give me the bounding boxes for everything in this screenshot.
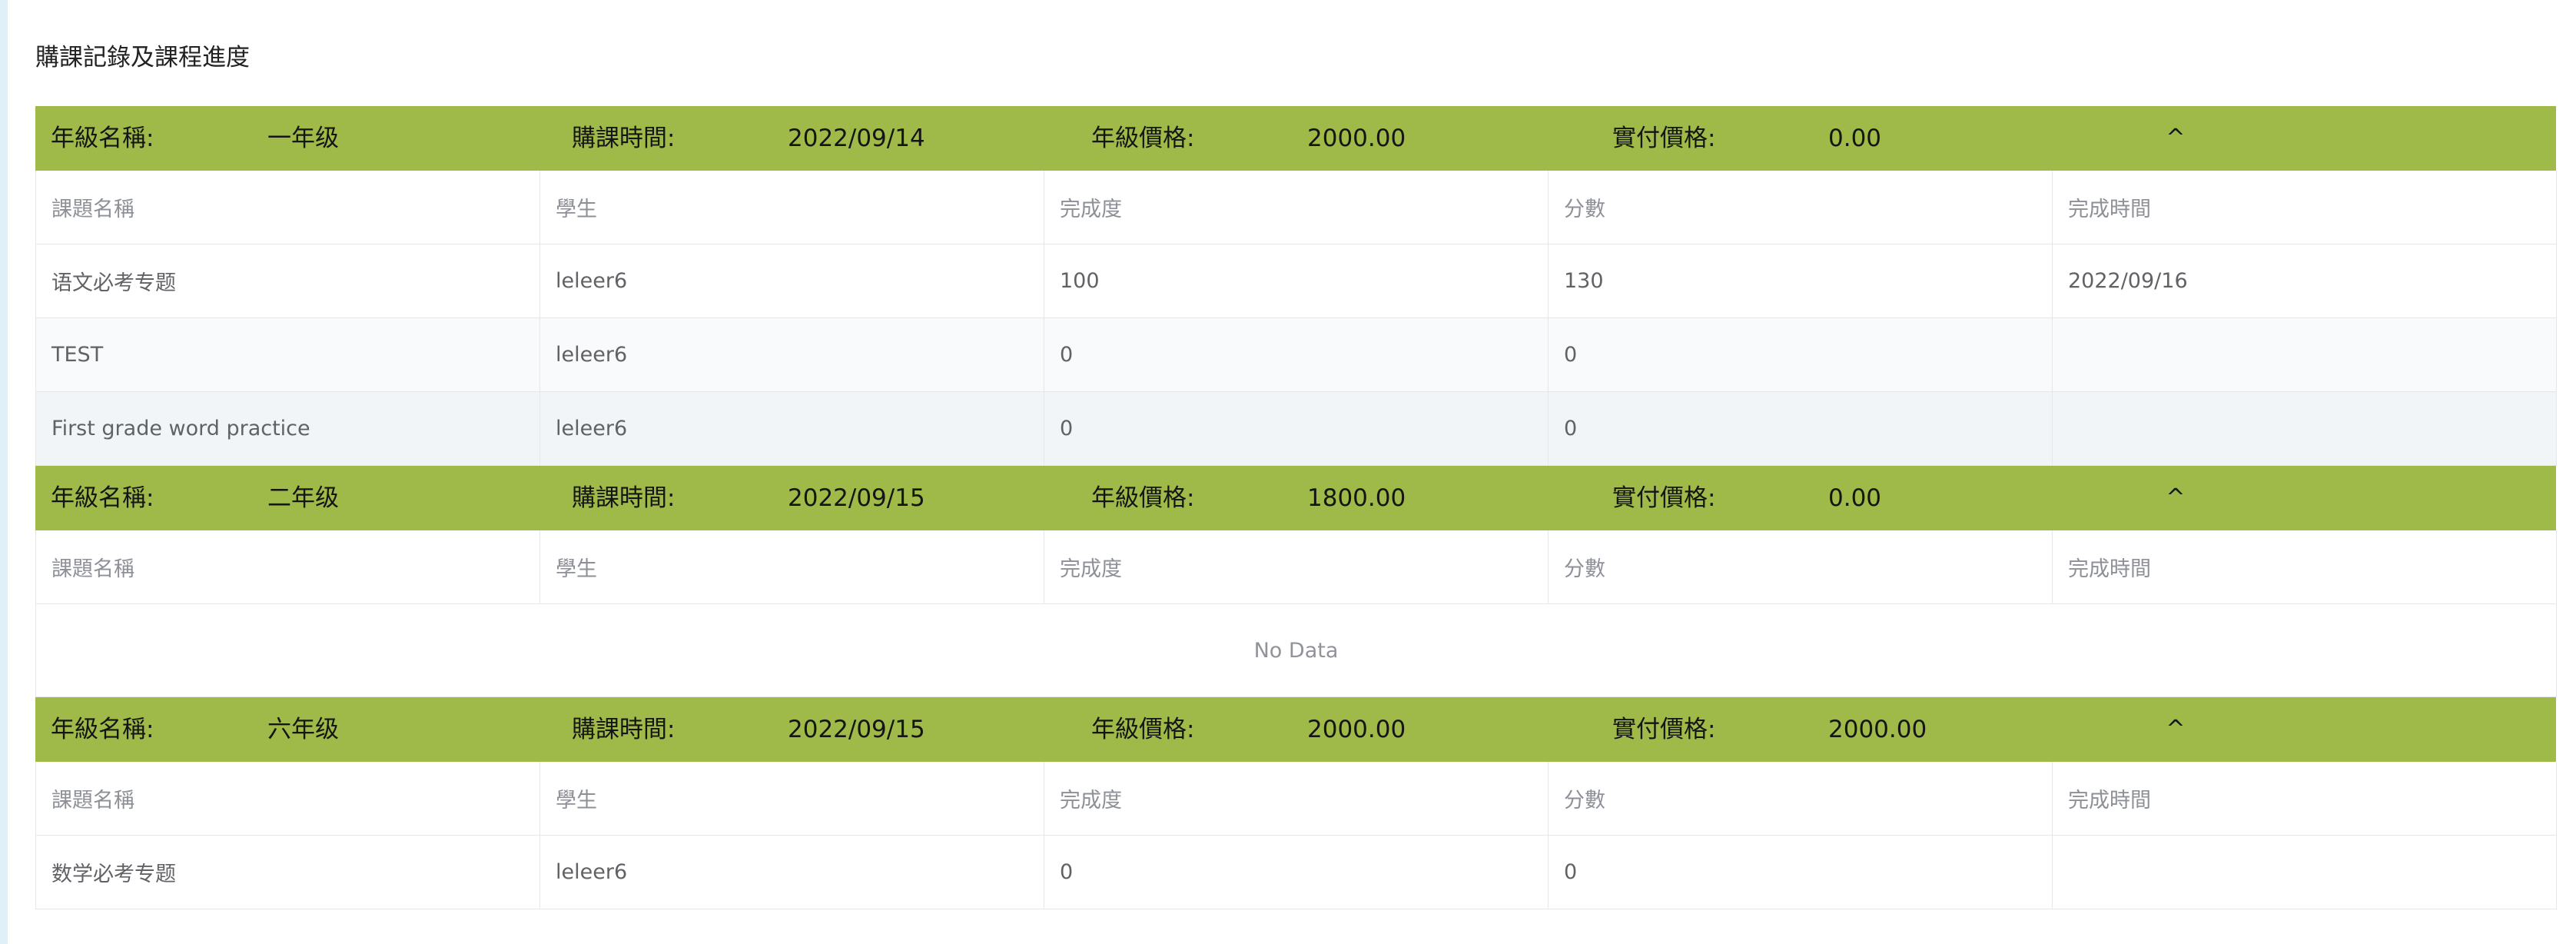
page-title: 購課記錄及課程進度 <box>35 44 250 71</box>
chevron-up-icon[interactable]: ^ <box>2156 697 2195 762</box>
column-header-completion: 完成度 <box>1044 171 1549 244</box>
grade-price-value: 2000.00 <box>1307 125 1406 152</box>
column-header-score: 分數 <box>1548 762 2053 836</box>
table-row[interactable]: 语文必考专题 leleer6 100 130 2022/09/16 <box>35 244 2557 318</box>
course-name-cell: 语文必考专题 <box>35 244 540 318</box>
column-header-course: 課題名稱 <box>35 762 540 836</box>
grade-name-value: 六年级 <box>267 716 339 743</box>
grade-price-value: 1800.00 <box>1307 484 1406 512</box>
grade-price-label: 年級價格: <box>1091 716 1195 743</box>
left-panel-strip <box>0 0 8 944</box>
grade-section: 年級名稱: 二年级 購課時間: 2022/09/15 年級價格: 1800.00… <box>35 466 2557 697</box>
completed-at-cell <box>2052 317 2557 392</box>
completion-cell: 0 <box>1044 317 1549 392</box>
column-header-student: 學生 <box>539 530 1044 604</box>
paid-price-label: 實付價格: <box>1612 484 1716 512</box>
column-header-completed-at: 完成時間 <box>2052 530 2557 604</box>
column-header-completed-at: 完成時間 <box>2052 171 2557 244</box>
student-cell: leleer6 <box>539 317 1044 392</box>
column-header-completion: 完成度 <box>1044 530 1549 604</box>
table-row[interactable]: First grade word practice leleer6 0 0 <box>35 391 2557 466</box>
student-cell: leleer6 <box>539 391 1044 466</box>
score-cell: 130 <box>1548 244 2053 318</box>
completion-cell: 0 <box>1044 835 1549 909</box>
purchase-time-label: 購課時間: <box>572 716 676 743</box>
paid-price-value: 0.00 <box>1828 125 1882 152</box>
paid-price-label: 實付價格: <box>1612 716 1716 743</box>
course-table: 課題名稱 學生 完成度 分數 完成時間 语文必考专题 leleer6 100 1… <box>35 171 2557 466</box>
completion-cell: 100 <box>1044 244 1549 318</box>
completion-cell: 0 <box>1044 391 1549 466</box>
course-table: 課題名稱 學生 完成度 分數 完成時間 No Data <box>35 530 2557 697</box>
paid-price-value: 2000.00 <box>1828 716 1927 743</box>
column-header-student: 學生 <box>539 762 1044 836</box>
column-header-completion: 完成度 <box>1044 762 1549 836</box>
empty-state-text: No Data <box>35 603 2557 697</box>
column-header-score: 分數 <box>1548 530 2053 604</box>
grade-price-label: 年級價格: <box>1091 484 1195 512</box>
column-header-course: 課題名稱 <box>35 171 540 244</box>
grade-name-value: 一年级 <box>267 125 339 152</box>
table-row[interactable]: 数学必考专题 leleer6 0 0 <box>35 835 2557 909</box>
table-header-row: 課題名稱 學生 完成度 分數 完成時間 <box>35 171 2557 244</box>
grade-name-value: 二年级 <box>267 484 339 512</box>
purchase-time-value: 2022/09/15 <box>788 716 925 743</box>
grade-header: 年級名稱: 二年级 購課時間: 2022/09/15 年級價格: 1800.00… <box>35 466 2556 530</box>
course-name-cell: TEST <box>35 317 540 392</box>
table-header-row: 課題名稱 學生 完成度 分數 完成時間 <box>35 530 2557 604</box>
grade-section: 年級名稱: 六年级 購課時間: 2022/09/15 年級價格: 2000.00… <box>35 697 2557 909</box>
column-header-student: 學生 <box>539 171 1044 244</box>
course-name-cell: 数学必考专题 <box>35 835 540 909</box>
grade-name-label: 年級名稱: <box>51 125 154 152</box>
grade-price-value: 2000.00 <box>1307 716 1406 743</box>
grade-name-label: 年級名稱: <box>51 484 154 512</box>
table-row[interactable]: TEST leleer6 0 0 <box>35 317 2557 392</box>
grade-section: 年級名稱: 一年级 購課時間: 2022/09/14 年級價格: 2000.00… <box>35 106 2557 466</box>
column-header-score: 分數 <box>1548 171 2053 244</box>
column-header-completed-at: 完成時間 <box>2052 762 2557 836</box>
purchase-time-value: 2022/09/15 <box>788 484 925 512</box>
student-cell: leleer6 <box>539 835 1044 909</box>
column-header-course: 課題名稱 <box>35 530 540 604</box>
chevron-up-icon[interactable]: ^ <box>2156 466 2195 530</box>
grade-price-label: 年級價格: <box>1091 125 1195 152</box>
chevron-up-icon[interactable]: ^ <box>2156 106 2195 171</box>
grade-list: 年級名稱: 一年级 購課時間: 2022/09/14 年級價格: 2000.00… <box>35 106 2557 909</box>
purchase-time-value: 2022/09/14 <box>788 125 925 152</box>
empty-row: No Data <box>35 603 2557 697</box>
completed-at-cell <box>2052 835 2557 909</box>
student-cell: leleer6 <box>539 244 1044 318</box>
score-cell: 0 <box>1548 391 2053 466</box>
table-header-row: 課題名稱 學生 完成度 分數 完成時間 <box>35 762 2557 836</box>
score-cell: 0 <box>1548 317 2053 392</box>
grade-name-label: 年級名稱: <box>51 716 154 743</box>
course-table: 課題名稱 學生 完成度 分數 完成時間 数学必考专题 leleer6 0 0 <box>35 762 2557 909</box>
purchase-time-label: 購課時間: <box>572 125 676 152</box>
course-name-cell: First grade word practice <box>35 391 540 466</box>
purchase-time-label: 購課時間: <box>572 484 676 512</box>
score-cell: 0 <box>1548 835 2053 909</box>
paid-price-label: 實付價格: <box>1612 125 1716 152</box>
completed-at-cell: 2022/09/16 <box>2052 244 2557 318</box>
grade-header: 年級名稱: 一年级 購課時間: 2022/09/14 年級價格: 2000.00… <box>35 106 2556 171</box>
paid-price-value: 0.00 <box>1828 484 1882 512</box>
grade-header: 年級名稱: 六年级 購課時間: 2022/09/15 年級價格: 2000.00… <box>35 697 2556 762</box>
completed-at-cell <box>2052 391 2557 466</box>
